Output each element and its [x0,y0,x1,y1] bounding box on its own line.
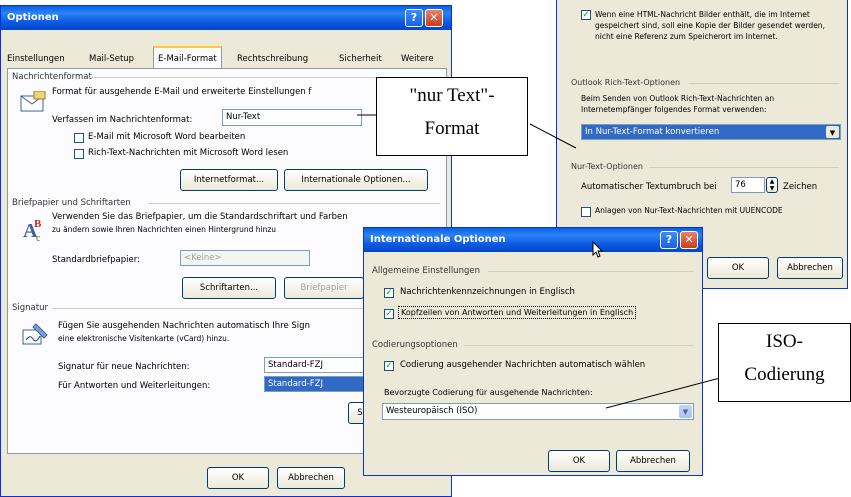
callout-iso-line-1: ISO- [766,331,803,352]
callout-nur-text-line-1: "nur Text"- [409,85,495,106]
callout-iso-line-2: Codierung [744,364,825,385]
callout-iso-codierung: ISO- Codierung [718,323,851,402]
callout-nur-text-line-2: Format [424,118,480,139]
callout-nur-text-format: "nur Text"- Format [376,77,528,156]
callout-leader-lines [357,114,721,409]
